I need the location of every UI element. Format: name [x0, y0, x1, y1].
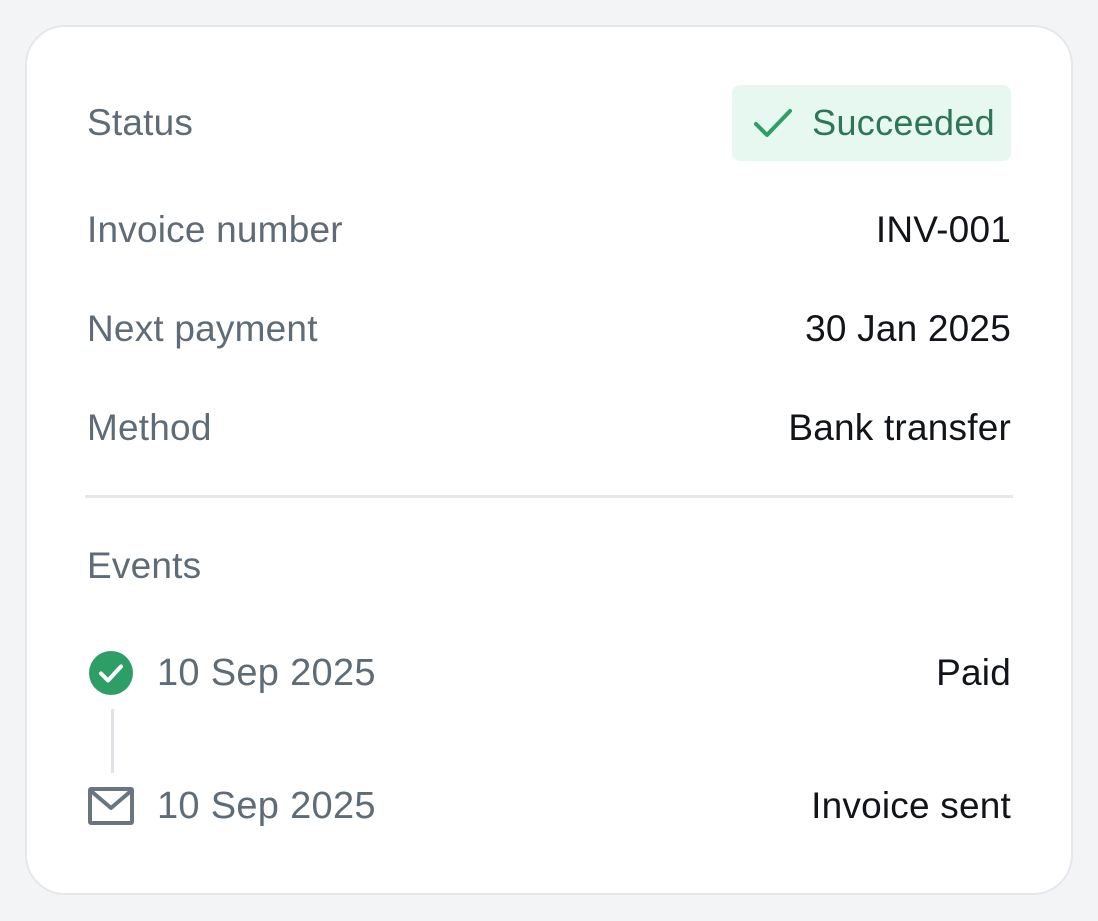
status-badge: Succeeded: [732, 85, 1011, 161]
timeline-connector: [111, 709, 114, 773]
event-date: 10 Sep 2025: [157, 784, 376, 827]
event-label: Invoice sent: [811, 785, 1011, 826]
method-row: Method Bank transfer: [87, 405, 1011, 451]
invoice-details-card: Status Succeeded Invoice number INV-001 …: [25, 25, 1073, 895]
method-value: Bank transfer: [788, 407, 1011, 448]
next-payment-row: Next payment 30 Jan 2025: [87, 306, 1011, 352]
next-payment-value: 30 Jan 2025: [805, 308, 1011, 349]
event-date: 10 Sep 2025: [157, 651, 376, 694]
check-circle-icon: [87, 649, 135, 697]
envelope-icon: [87, 782, 135, 830]
invoice-number-value: INV-001: [875, 209, 1011, 250]
event-item-invoice-sent: 10 Sep 2025 Invoice sent: [87, 780, 1011, 832]
section-divider: [85, 495, 1013, 498]
status-row: Status Succeeded: [87, 85, 1011, 161]
status-badge-text: Succeeded: [812, 102, 995, 143]
event-label: Paid: [936, 652, 1011, 693]
method-label: Method: [87, 407, 212, 448]
events-heading: Events: [87, 545, 202, 586]
event-item-paid: 10 Sep 2025 Paid: [87, 647, 1011, 699]
next-payment-label: Next payment: [87, 308, 318, 349]
status-label: Status: [87, 102, 194, 143]
invoice-number-label: Invoice number: [87, 209, 343, 250]
invoice-number-row: Invoice number INV-001: [87, 207, 1011, 253]
check-icon: [754, 109, 793, 137]
